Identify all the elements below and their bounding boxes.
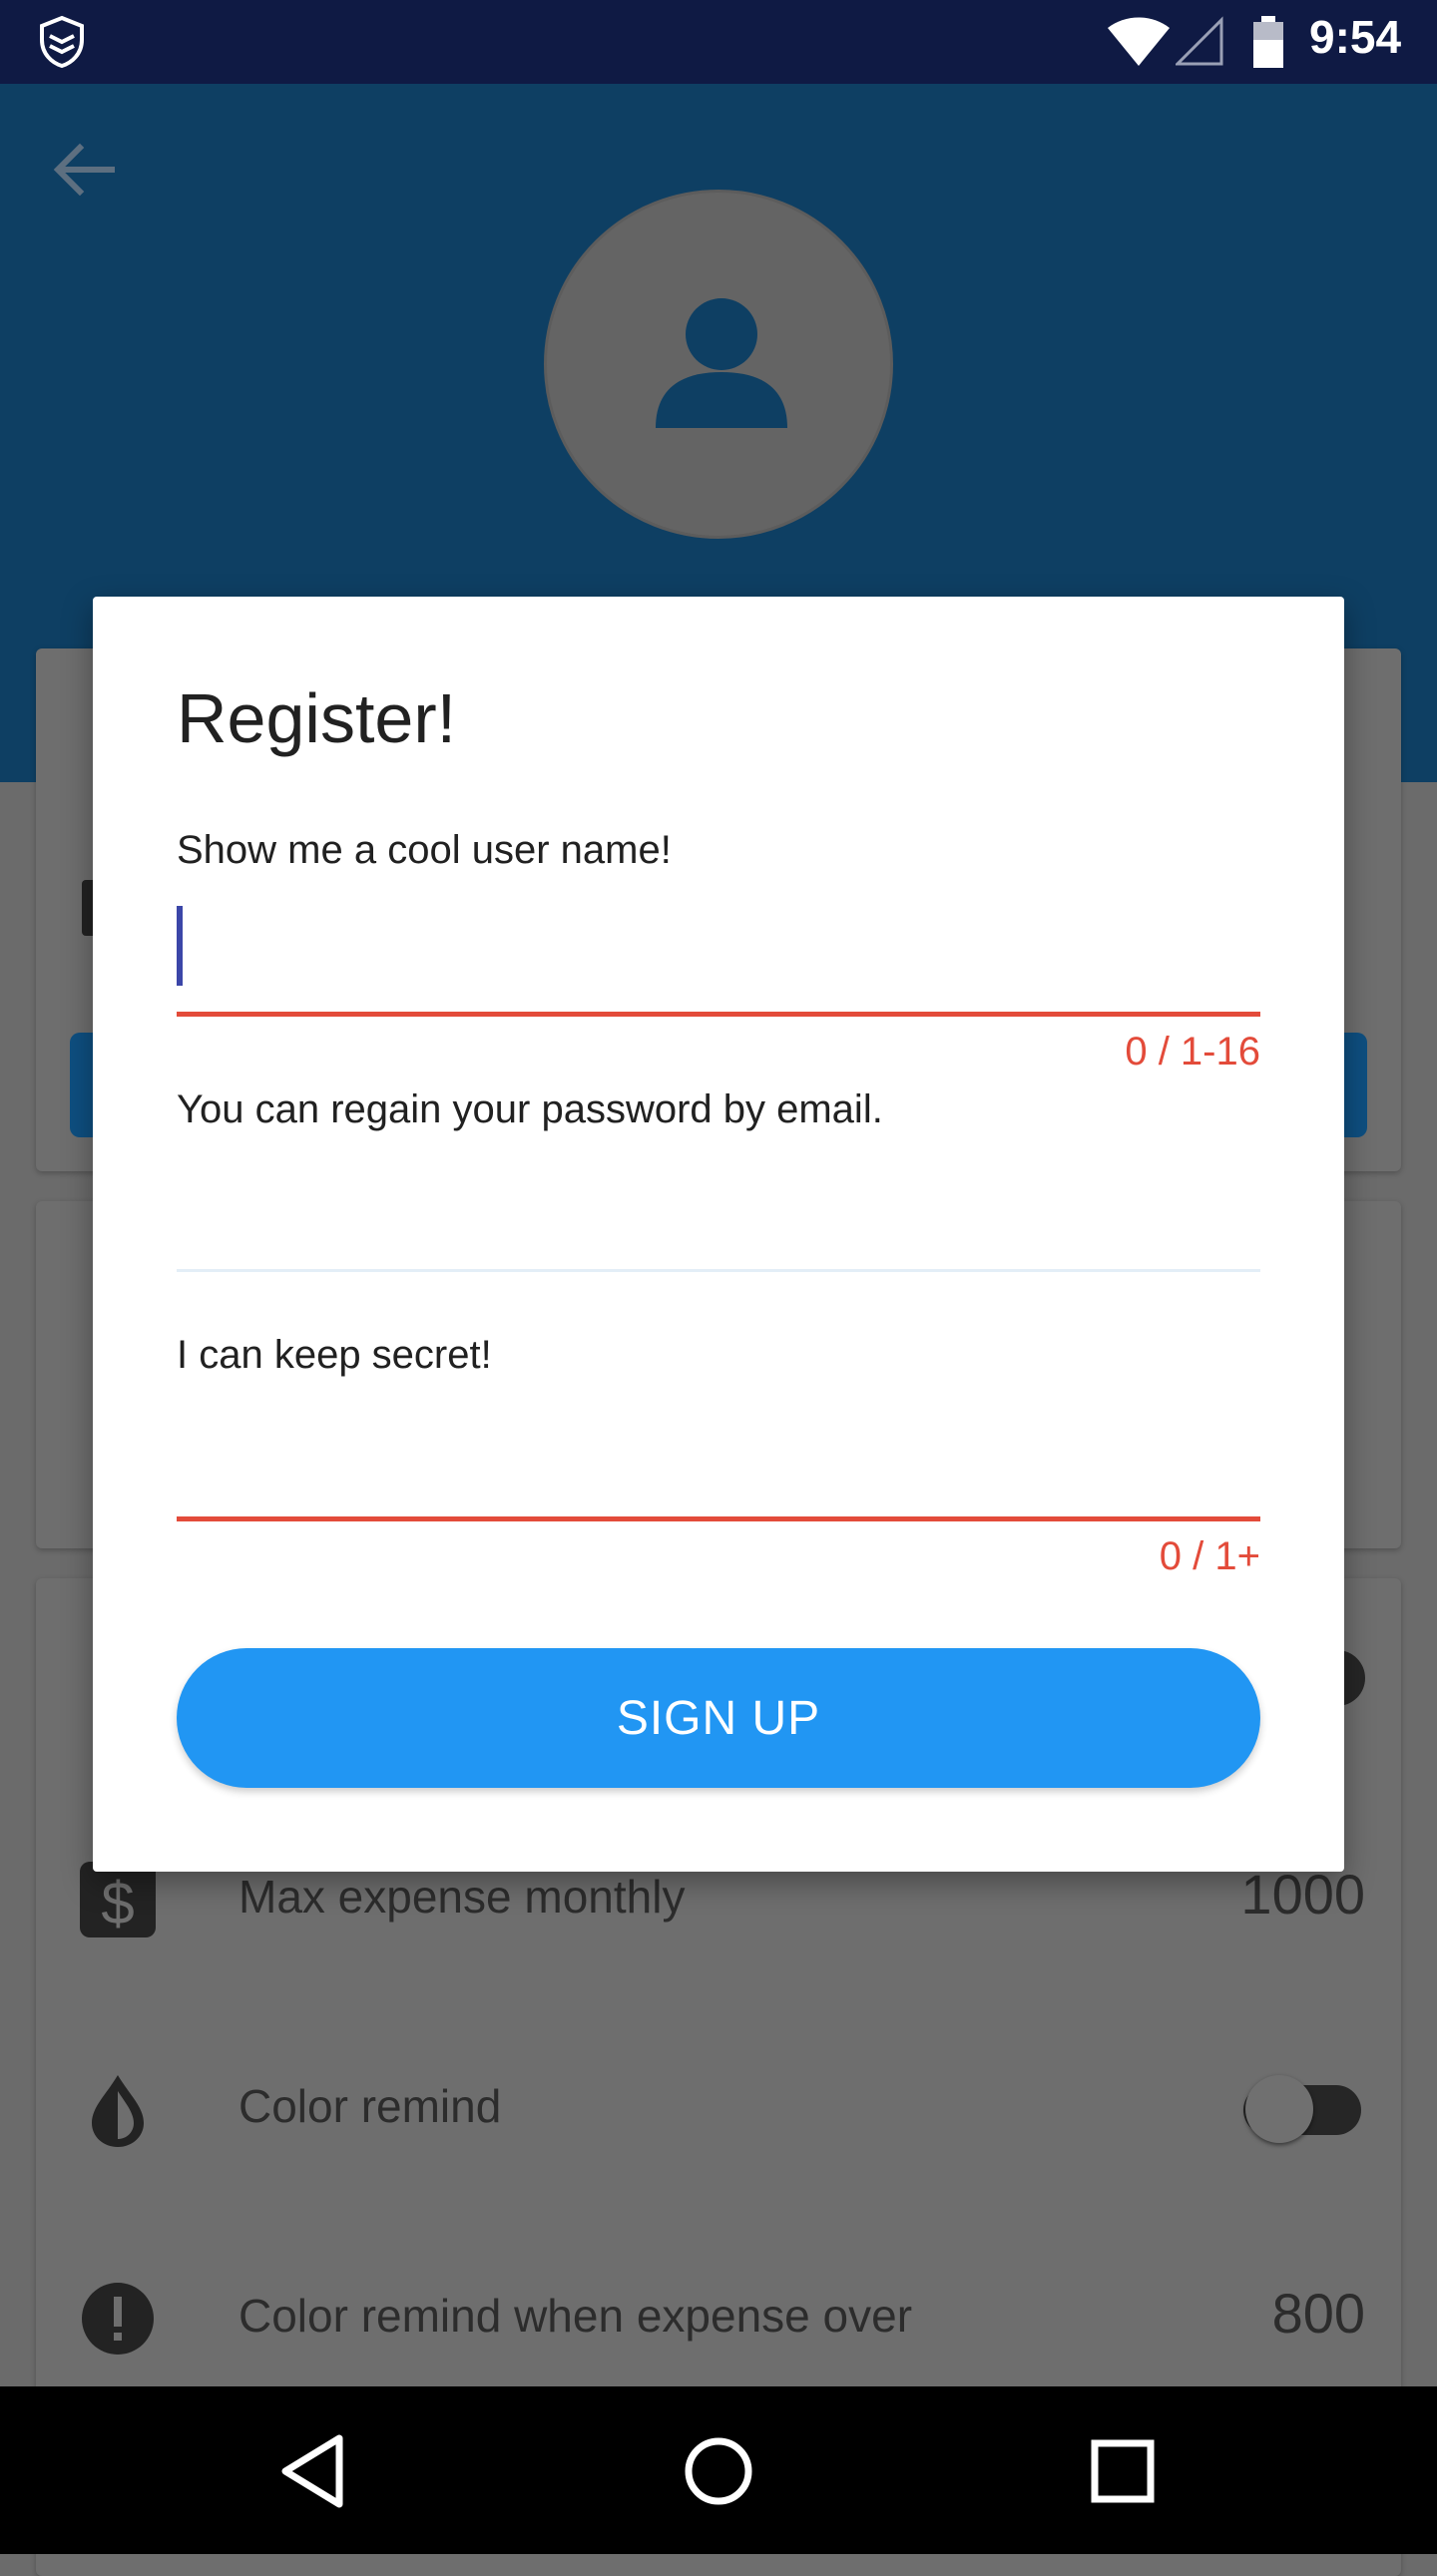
cell-signal-icon <box>1176 16 1223 66</box>
toggle-knob <box>1245 2075 1313 2143</box>
text-cursor <box>177 906 183 986</box>
dialog-title: Register! <box>177 679 457 757</box>
status-bar: 9:54 <box>0 0 1437 84</box>
wifi-icon <box>1108 17 1170 66</box>
setting-row-remind-threshold[interactable]: Color remind when expense over 800 <box>36 2251 1401 2370</box>
register-dialog: Register! Show me a cool user name! 0 / … <box>93 597 1344 1872</box>
app-shield-icon <box>40 15 84 69</box>
email-underline <box>177 1269 1260 1272</box>
back-triangle-icon[interactable] <box>271 2426 361 2516</box>
recents-square-icon[interactable] <box>1078 2426 1168 2516</box>
setting-label: Max expense monthly <box>239 1871 686 1923</box>
setting-row-color-remind[interactable]: Color remind <box>36 2041 1401 2161</box>
setting-value: 800 <box>1271 2282 1365 2345</box>
password-counter: 0 / 1+ <box>1159 1534 1260 1578</box>
battery-icon <box>1253 16 1283 68</box>
email-input[interactable] <box>177 1160 1260 1250</box>
username-input[interactable] <box>177 901 1260 991</box>
exclamation-icon <box>82 2283 154 2355</box>
home-circle-icon[interactable] <box>674 2426 763 2516</box>
password-input[interactable] <box>177 1407 1260 1497</box>
svg-text:$: $ <box>101 1870 134 1936</box>
clock-time: 9:54 <box>1309 11 1402 63</box>
setting-label: Color remind <box>239 2080 502 2132</box>
sign-up-button[interactable]: SIGN UP <box>177 1648 1260 1788</box>
setting-label: Color remind when expense over <box>239 2290 913 2342</box>
email-label: You can regain your password by email. <box>177 1087 883 1131</box>
username-label: Show me a cool user name! <box>177 828 672 872</box>
navigation-bar <box>0 2386 1437 2554</box>
avatar[interactable] <box>544 190 893 539</box>
drop-icon <box>92 2075 144 2147</box>
username-counter: 0 / 1-16 <box>1125 1030 1260 1073</box>
password-label: I can keep secret! <box>177 1333 492 1377</box>
arrow-left-icon[interactable] <box>50 140 120 200</box>
username-underline <box>177 1012 1260 1017</box>
person-icon <box>656 298 787 428</box>
password-underline <box>177 1516 1260 1521</box>
